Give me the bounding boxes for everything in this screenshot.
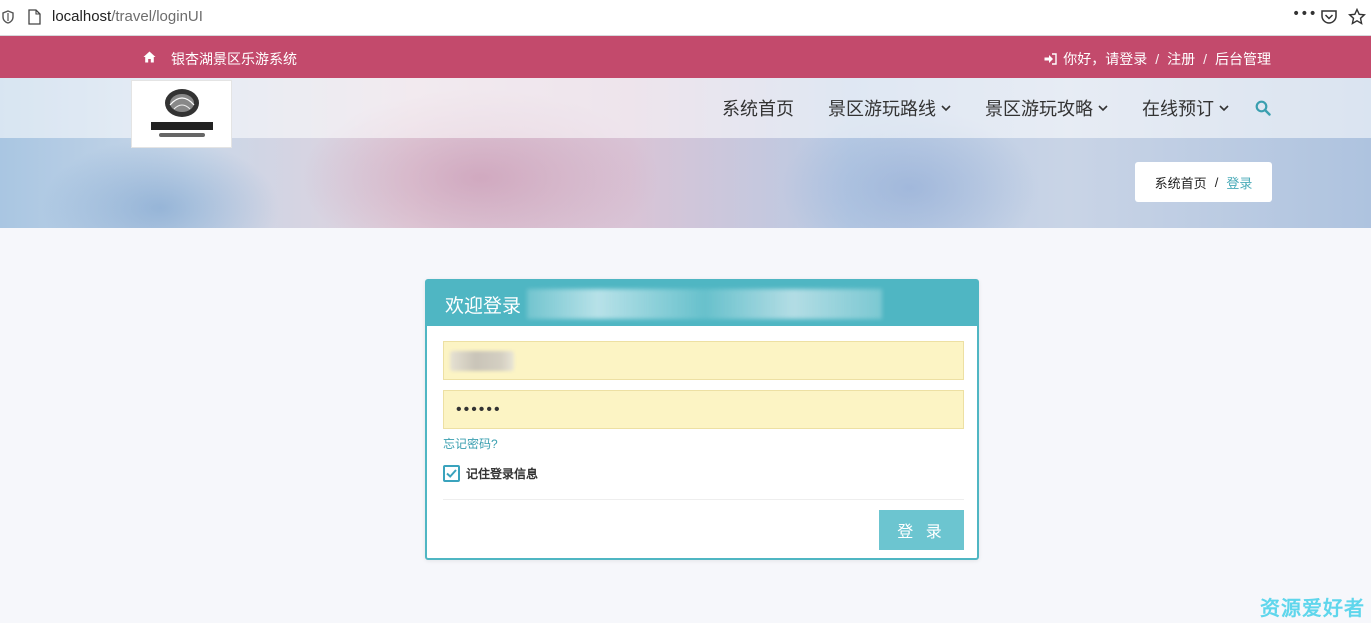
search-icon[interactable] bbox=[1255, 100, 1271, 116]
banner-blur bbox=[40, 138, 280, 228]
nav-routes[interactable]: 景区游玩路线 bbox=[828, 95, 951, 121]
site-name[interactable]: 银杏湖景区乐游系统 bbox=[171, 49, 297, 69]
url-host: localhost bbox=[52, 8, 112, 25]
account-links: 你好，请登录 / 注册 / 后台管理 bbox=[1044, 49, 1271, 69]
remember-me-label: 记住登录信息 bbox=[466, 467, 539, 481]
breadcrumb-current: 登录 bbox=[1226, 175, 1253, 191]
main-nav: 系统首页 景区游玩路线 景区游玩攻略 在线预订 bbox=[688, 95, 1271, 121]
pocket-icon[interactable] bbox=[1320, 8, 1338, 26]
checkbox[interactable] bbox=[443, 465, 460, 482]
nav-guides[interactable]: 景区游玩攻略 bbox=[985, 95, 1108, 121]
remember-me-checkbox[interactable]: 记住登录信息 bbox=[443, 465, 538, 482]
separator: / bbox=[1155, 51, 1160, 67]
sign-in-icon bbox=[1044, 53, 1057, 65]
chevron-down-icon bbox=[941, 104, 951, 111]
redacted-text bbox=[527, 289, 882, 319]
redacted-username bbox=[450, 351, 514, 371]
url-path: /travel/loginUI bbox=[111, 8, 203, 25]
nav-label: 景区游玩攻略 bbox=[985, 99, 1093, 119]
login-panel: 欢迎登录 忘记密码? 记住登录信息 登 录 bbox=[425, 279, 979, 560]
site-logo[interactable] bbox=[131, 80, 232, 148]
username-input[interactable] bbox=[443, 341, 964, 380]
breadcrumb: 系统首页 / 登录 bbox=[1135, 162, 1272, 202]
browser-toolbar: localhost/travel/loginUI ••• bbox=[0, 0, 1371, 36]
nav-home[interactable]: 系统首页 bbox=[722, 95, 794, 121]
breadcrumb-home[interactable]: 系统首页 bbox=[1155, 173, 1207, 192]
separator: / bbox=[1203, 51, 1207, 67]
chevron-down-icon bbox=[1098, 104, 1108, 111]
star-bookmark-icon[interactable] bbox=[1348, 8, 1366, 26]
register-link[interactable]: 注册 bbox=[1167, 49, 1195, 69]
login-link[interactable]: 你好，请登录 bbox=[1063, 49, 1147, 69]
watermark: 资源爱好者 bbox=[1260, 596, 1365, 620]
shield-icon[interactable] bbox=[2, 10, 14, 24]
nav-label: 在线预订 bbox=[1142, 99, 1214, 119]
address-bar[interactable]: localhost/travel/loginUI bbox=[52, 8, 203, 25]
page-actions-icon[interactable]: ••• bbox=[1292, 6, 1317, 24]
divider bbox=[443, 499, 964, 500]
top-bar: 银杏湖景区乐游系统 你好，请登录 / 注册 / 后台管理 bbox=[0, 36, 1371, 78]
home-icon[interactable] bbox=[143, 51, 156, 63]
password-input[interactable] bbox=[443, 390, 964, 429]
login-title: 欢迎登录 bbox=[445, 296, 522, 317]
chevron-down-icon bbox=[1219, 104, 1229, 111]
logo-emblem-icon bbox=[151, 89, 213, 137]
nav-label: 景区游玩路线 bbox=[828, 99, 936, 119]
forgot-password-link[interactable]: 忘记密码? bbox=[443, 435, 498, 452]
checkmark-icon bbox=[446, 469, 457, 478]
page-icon bbox=[28, 9, 41, 25]
login-button[interactable]: 登 录 bbox=[879, 510, 964, 550]
nav-label: 系统首页 bbox=[722, 99, 794, 119]
breadcrumb-separator: / bbox=[1214, 174, 1219, 190]
nav-booking[interactable]: 在线预订 bbox=[1142, 95, 1229, 121]
admin-link[interactable]: 后台管理 bbox=[1215, 49, 1271, 69]
login-panel-header: 欢迎登录 bbox=[427, 281, 977, 326]
